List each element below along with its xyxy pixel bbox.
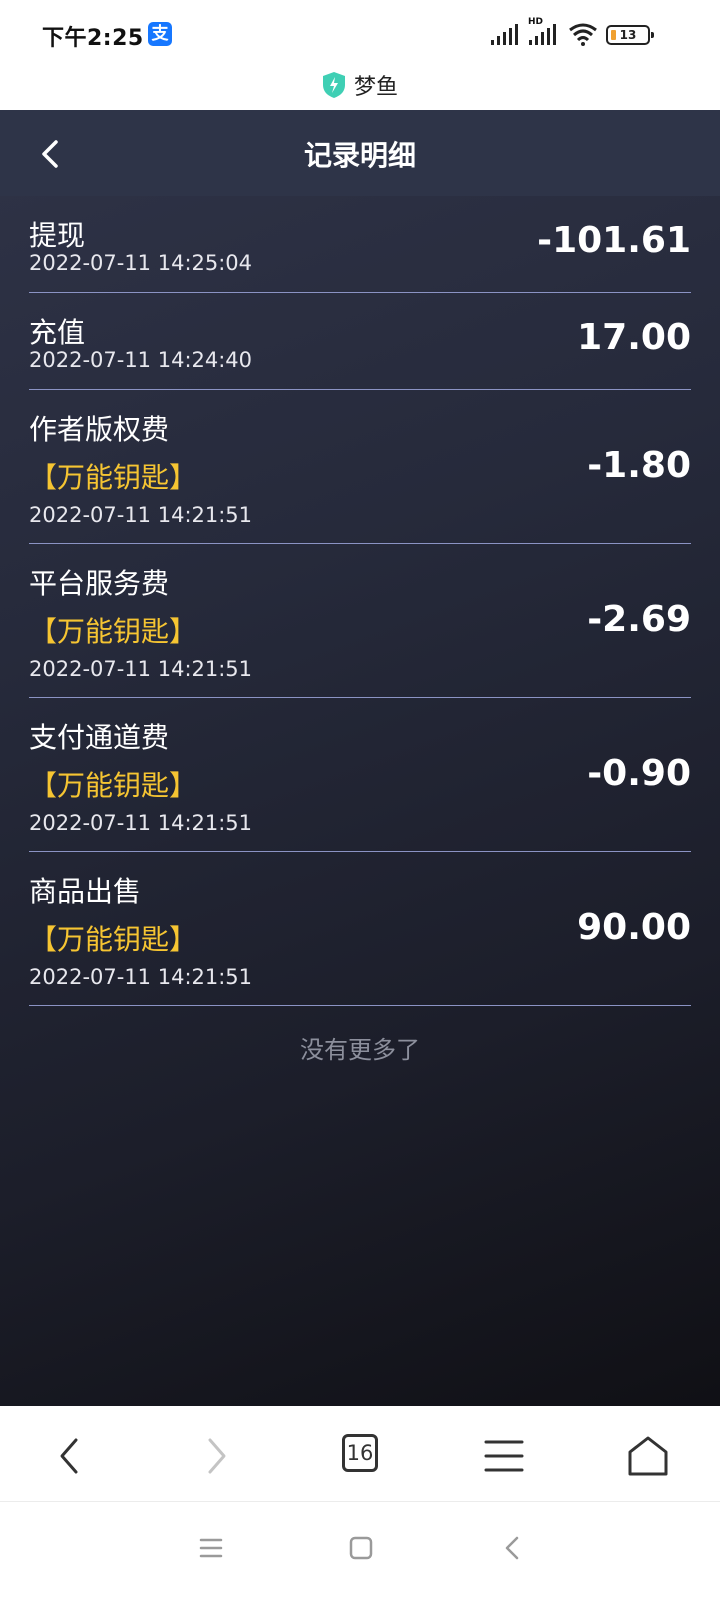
status-icons: HD 13 <box>490 17 690 48</box>
app-content: 记录明细 提现 2022-07-11 14:25:04 -101.61 充值 2… <box>0 110 720 1406</box>
record-amount: 90.00 <box>577 907 691 948</box>
site-name: 梦鱼 <box>353 75 398 100</box>
record-tag: 【万能钥匙】 <box>29 461 198 494</box>
nav-bar: 记录明细 <box>0 110 720 196</box>
record-amount: -0.90 <box>587 753 691 794</box>
record-time: 2022-07-11 14:24:40 <box>29 348 253 372</box>
record-item[interactable]: 充值 2022-07-11 14:24:40 17.00 <box>29 293 691 390</box>
system-nav-bar <box>0 1503 720 1600</box>
record-list: 提现 2022-07-11 14:25:04 -101.61 充值 2022-0… <box>29 196 691 1006</box>
home-icon[interactable] <box>626 1434 670 1478</box>
record-time: 2022-07-11 14:21:51 <box>29 965 253 989</box>
recent-apps-icon[interactable] <box>198 1535 224 1561</box>
forward-icon[interactable] <box>194 1434 238 1478</box>
record-title: 平台服务费 <box>29 567 170 600</box>
alipay-icon: 支 <box>148 22 172 46</box>
record-tag: 【万能钥匙】 <box>29 769 198 802</box>
record-amount: -1.80 <box>587 445 691 486</box>
home-nav-icon[interactable] <box>348 1535 374 1561</box>
cell-signal-2-icon <box>529 24 556 45</box>
cell-signal-icon <box>491 24 518 45</box>
record-item[interactable]: 支付通道费 【万能钥匙】 2022-07-11 14:21:51 -0.90 <box>29 698 691 852</box>
record-item[interactable]: 平台服务费 【万能钥匙】 2022-07-11 14:21:51 -2.69 <box>29 544 691 698</box>
record-time: 2022-07-11 14:25:04 <box>29 251 253 275</box>
record-time: 2022-07-11 14:21:51 <box>29 503 253 527</box>
record-title: 商品出售 <box>29 875 142 908</box>
record-item[interactable]: 提现 2022-07-11 14:25:04 -101.61 <box>29 196 691 293</box>
tabs-icon[interactable]: 16 <box>342 1434 378 1472</box>
menu-icon[interactable] <box>482 1434 526 1478</box>
record-time: 2022-07-11 14:21:51 <box>29 657 253 681</box>
page-title: 记录明细 <box>303 139 416 172</box>
record-amount: -101.61 <box>537 220 691 261</box>
site-header: 梦鱼 <box>0 68 720 110</box>
record-title: 充值 <box>29 316 86 349</box>
browser-toolbar: 16 <box>0 1406 720 1502</box>
record-tag: 【万能钥匙】 <box>29 923 198 956</box>
record-amount: -2.69 <box>587 599 691 640</box>
back-nav-icon[interactable] <box>500 1535 526 1561</box>
no-more-text: 没有更多了 <box>300 1036 420 1064</box>
record-amount: 17.00 <box>577 317 691 358</box>
status-bar: 下午2:25 支 HD 13 <box>0 0 720 68</box>
record-item[interactable]: 商品出售 【万能钥匙】 2022-07-11 14:21:51 90.00 <box>29 852 691 1006</box>
record-tag: 【万能钥匙】 <box>29 615 198 648</box>
record-time: 2022-07-11 14:21:51 <box>29 811 253 835</box>
record-title: 支付通道费 <box>29 721 170 754</box>
record-title: 作者版权费 <box>29 413 170 446</box>
battery-icon: 13 <box>606 25 654 45</box>
back-icon[interactable] <box>48 1434 92 1478</box>
status-time: 下午2:25 <box>42 26 144 51</box>
record-item[interactable]: 作者版权费 【万能钥匙】 2022-07-11 14:21:51 -1.80 <box>29 390 691 544</box>
shield-icon <box>322 72 345 98</box>
record-title: 提现 <box>29 219 86 252</box>
wifi-icon <box>569 23 597 46</box>
